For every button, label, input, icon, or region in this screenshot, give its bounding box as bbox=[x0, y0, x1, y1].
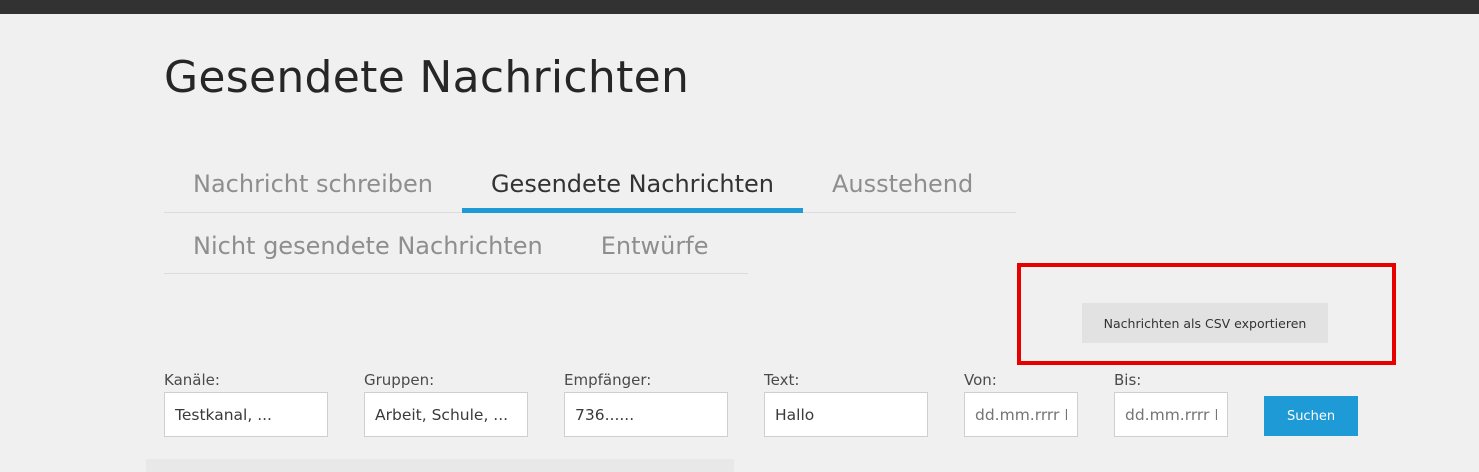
search-button[interactable]: Suchen bbox=[1264, 396, 1358, 436]
channels-label: Kanäle: bbox=[164, 371, 220, 389]
channels-input[interactable] bbox=[164, 392, 328, 437]
filter-text: Text: bbox=[764, 370, 928, 437]
tab-pending[interactable]: Ausstehend bbox=[803, 160, 1002, 212]
filter-channels: Kanäle: bbox=[164, 370, 328, 437]
tab-drafts[interactable]: Entwürfe bbox=[572, 222, 738, 274]
filter-date-to: Bis: bbox=[1114, 370, 1228, 437]
groups-input[interactable] bbox=[364, 392, 528, 437]
filter-groups: Gruppen: bbox=[364, 370, 528, 437]
tab-bar-secondary: Nicht gesendete Nachrichten Entwürfe bbox=[164, 222, 748, 274]
text-input[interactable] bbox=[764, 392, 928, 437]
recipients-input[interactable] bbox=[564, 392, 728, 437]
date-to-label: Bis: bbox=[1114, 371, 1142, 389]
export-csv-button[interactable]: Nachrichten als CSV exportieren bbox=[1082, 303, 1328, 343]
recipients-label: Empfänger: bbox=[564, 371, 652, 389]
date-from-label: Von: bbox=[964, 371, 997, 389]
filter-recipients: Empfänger: bbox=[564, 370, 728, 437]
results-area bbox=[146, 459, 734, 472]
tab-unsent[interactable]: Nicht gesendete Nachrichten bbox=[164, 222, 572, 274]
page-title: Gesendete Nachrichten bbox=[164, 52, 690, 103]
tab-sent[interactable]: Gesendete Nachrichten bbox=[461, 160, 804, 213]
top-bar bbox=[0, 0, 1479, 14]
date-to-input[interactable] bbox=[1114, 392, 1228, 437]
date-from-input[interactable] bbox=[964, 392, 1078, 437]
tab-bar-primary: Nachricht schreiben Gesendete Nachrichte… bbox=[164, 160, 1016, 213]
groups-label: Gruppen: bbox=[364, 371, 435, 389]
filter-date-from: Von: bbox=[964, 370, 1078, 437]
text-label: Text: bbox=[764, 371, 800, 389]
tab-compose[interactable]: Nachricht schreiben bbox=[164, 160, 462, 212]
